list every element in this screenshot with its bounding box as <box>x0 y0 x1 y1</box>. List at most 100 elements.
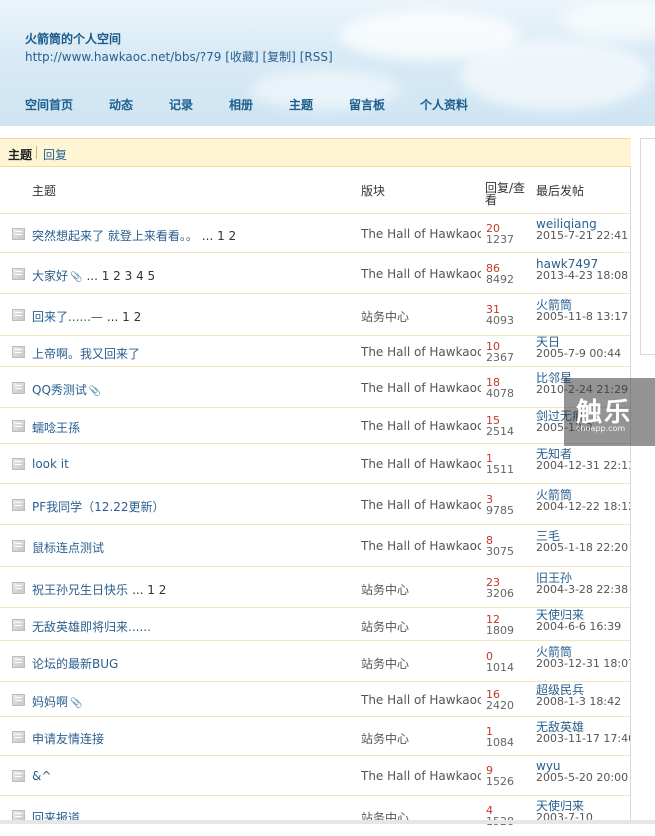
view-count: 4078 <box>486 387 514 400</box>
thread-title-link[interactable]: 申请友情连接 <box>32 730 104 747</box>
thread-title-text: 申请友情连接 <box>32 732 105 746</box>
thread-title-text: look it <box>32 457 69 471</box>
last-post-info: 无知者 2004-12-31 22:13 <box>536 448 630 471</box>
last-post-time: 2005-11-8 13:17 <box>536 310 629 322</box>
tab-threads[interactable]: 主题 <box>8 146 32 163</box>
thread-title-text: 突然想起来了 就登上来看看。。 <box>32 229 198 243</box>
thread-title-text: QQ秀测试 <box>32 383 87 397</box>
thread-pagination[interactable]: ... 1 2 3 4 5 <box>86 269 155 283</box>
nav-guestbook[interactable]: 留言板 <box>349 96 385 113</box>
nav-threads[interactable]: 主题 <box>289 96 313 113</box>
thread-title-link[interactable]: 突然想起来了 就登上来看看。。 ... 1 2 <box>32 227 236 244</box>
thread-row: 回来报道站务中心41528天使归来2003-7-10 <box>0 795 630 836</box>
last-post-time: 2003-11-17 17:40 <box>536 732 630 744</box>
last-post-time: 2005-5-20 20:00 <box>536 771 629 783</box>
view-count: 2420 <box>486 699 514 712</box>
last-post-info: wyu 2005-5-20 20:00 <box>536 760 630 783</box>
nav-home[interactable]: 空间首页 <box>25 96 73 113</box>
thread-forum-link[interactable]: The Hall of Hawkaoc <box>361 539 481 553</box>
last-post-time: 2008-1-3 18:42 <box>536 695 622 707</box>
nav-profile[interactable]: 个人资料 <box>420 96 468 113</box>
view-count: 1084 <box>486 736 514 749</box>
thread-folder-icon <box>12 382 25 394</box>
thread-forum-link[interactable]: 站务中心 <box>361 655 481 672</box>
thread-title-text: 上帝啊。我又回来了 <box>32 347 141 361</box>
thread-forum-link[interactable]: 站务中心 <box>361 581 481 598</box>
thread-pagination[interactable]: ... 1 2 <box>132 583 166 597</box>
thread-title-link[interactable]: 回来了......— ... 1 2 <box>32 308 141 325</box>
thread-forum-link[interactable]: The Hall of Hawkaoc <box>361 267 481 281</box>
view-count: 1014 <box>486 661 514 674</box>
thread-row: &^ The Hall of Hawkaoc 9 1526 wyu 2005-5-20 2… <box>0 755 630 796</box>
space-links: http://www.hawkaoc.net/bbs/?79 [收藏] [复制]… <box>25 48 333 65</box>
view-count: 3075 <box>486 545 514 558</box>
nav-records[interactable]: 记录 <box>169 96 193 113</box>
view-count: 2514 <box>486 425 514 438</box>
last-post-time: 2003-12-31 18:07 <box>536 657 630 669</box>
thread-stats: 23 3206 <box>486 577 532 599</box>
bottom-scrollbar[interactable] <box>0 820 655 824</box>
thread-title-link[interactable]: 大家好 📎... 1 2 3 4 5 <box>32 267 155 284</box>
thread-forum-link[interactable]: 站务中心 <box>361 730 481 747</box>
rss-link[interactable]: [RSS] <box>300 50 333 64</box>
thread-folder-icon <box>12 309 25 321</box>
nav-album[interactable]: 相册 <box>229 96 253 113</box>
thread-title-text: 回来了......— <box>32 310 103 324</box>
thread-forum-link[interactable]: 站务中心 <box>361 618 481 635</box>
cloud-decoration <box>460 40 650 110</box>
thread-stats: 9 1526 <box>486 765 532 787</box>
thread-folder-icon <box>12 540 25 552</box>
thread-title-link[interactable]: 论坛的最新BUG <box>32 655 118 672</box>
thread-folder-icon <box>12 499 25 511</box>
thread-folder-icon <box>12 582 25 594</box>
thread-forum-link[interactable]: The Hall of Hawkaoc <box>361 227 481 241</box>
bookmark-link[interactable]: [收藏] <box>225 50 258 64</box>
thread-title-link[interactable]: 蠕唸王孫 <box>32 419 80 436</box>
space-title[interactable]: 火箭筒的个人空间 <box>25 30 121 47</box>
thread-title-link[interactable]: 妈妈啊 📎 <box>32 693 82 710</box>
thread-stats: 20 1237 <box>486 223 532 245</box>
thread-forum-link[interactable]: The Hall of Hawkaoc <box>361 419 481 433</box>
thread-title-link[interactable]: 鼠标连点测试 <box>32 539 104 556</box>
thread-title-text: 无敌英雄即将归来...... <box>32 620 151 634</box>
last-post-time: 2004-12-31 22:13 <box>536 459 630 471</box>
thread-stats: 15 2514 <box>486 415 532 437</box>
thread-title-link[interactable]: &^ <box>32 769 51 783</box>
last-post-info: 火箭筒 2003-12-31 18:07 <box>536 646 630 669</box>
thread-title-link[interactable]: PF我同学（12.22更新） <box>32 498 165 515</box>
thread-title-link[interactable]: 上帝啊。我又回来了 <box>32 345 140 362</box>
last-post-info: 无敌英雄 2003-11-17 17:40 <box>536 721 630 744</box>
thread-title-link[interactable]: look it <box>32 457 69 471</box>
thread-forum-link[interactable]: The Hall of Hawkaoc <box>361 457 481 471</box>
thread-pagination[interactable]: ... 1 2 <box>107 310 141 324</box>
thread-folder-icon <box>12 694 25 706</box>
thread-forum-link[interactable]: The Hall of Hawkaoc <box>361 769 481 783</box>
thread-row: 无敌英雄即将归来...... 站务中心 12 1809 天使归来 2004-6-6 16:… <box>0 607 630 641</box>
thread-title-link[interactable]: QQ秀测试 📎 <box>32 381 101 398</box>
attachment-icon: 📎 <box>88 386 102 397</box>
nav-feed[interactable]: 动态 <box>109 96 133 113</box>
thread-pagination[interactable]: ... 1 2 <box>202 229 236 243</box>
column-forum: 版块 <box>361 184 386 198</box>
view-count: 1526 <box>486 775 514 788</box>
thread-title-link[interactable]: 祝王孙兄生日快乐... 1 2 <box>32 581 166 598</box>
thread-title-text: 鼠标连点测试 <box>32 541 105 555</box>
thread-forum-link[interactable]: 站务中心 <box>361 308 481 325</box>
space-url-link[interactable]: http://www.hawkaoc.net/bbs/?79 <box>25 50 221 64</box>
last-post-time: 2013-4-23 18:08 <box>536 269 629 281</box>
thread-title-link[interactable]: 无敌英雄即将归来...... <box>32 618 151 635</box>
last-post-time: 2005-7-9 00:44 <box>536 347 622 359</box>
thread-forum-link[interactable]: The Hall of Hawkaoc <box>361 693 481 707</box>
thread-row: 上帝啊。我又回来了 The Hall of Hawkaoc 10 2367 天日 2005… <box>0 335 630 367</box>
thread-title-text: 论坛的最新BUG <box>32 657 119 671</box>
thread-forum-link[interactable]: The Hall of Hawkaoc <box>361 345 481 359</box>
copy-link[interactable]: [复制] <box>262 50 295 64</box>
thread-forum-link[interactable]: The Hall of Hawkaoc <box>361 381 481 395</box>
thread-stats: 18 4078 <box>486 377 532 399</box>
last-post-time: 2015-7-21 22:41 <box>536 229 629 241</box>
thread-forum-link[interactable]: The Hall of Hawkaoc <box>361 498 481 512</box>
view-count: 1511 <box>486 463 514 476</box>
last-post-info: hawk7497 2013-4-23 18:08 <box>536 258 630 281</box>
tab-replies[interactable]: 回复 <box>43 146 67 163</box>
thread-folder-icon <box>12 458 25 470</box>
